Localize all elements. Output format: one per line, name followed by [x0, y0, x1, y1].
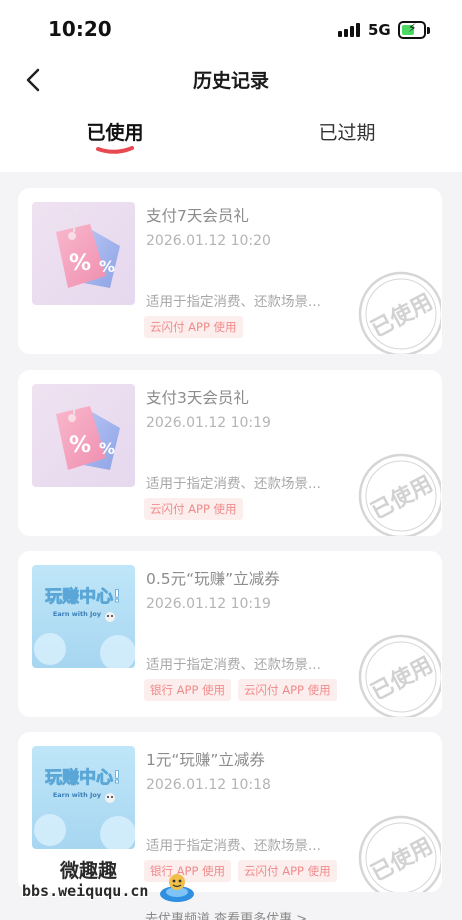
- coupon-tags: 银行 APP 使用 云闪付 APP 使用: [144, 679, 337, 701]
- watermark-title: 微趣趣: [60, 860, 118, 882]
- top-area: 10:20 5G ⚡ 历史记录 已使用 已过期: [0, 0, 462, 172]
- svg-text:玩赚中心!: 玩赚中心!: [45, 767, 121, 788]
- svg-text:玩赚中心!: 玩赚中心!: [45, 586, 121, 607]
- coupon-tag: 云闪付 APP 使用: [144, 316, 243, 338]
- page-title: 历史记录: [192, 70, 269, 92]
- svg-text:%: %: [99, 257, 115, 276]
- coupon-scope: 适用于指定消费、还款场景...: [146, 657, 321, 673]
- used-stamp-icon: 已使用: [358, 815, 441, 892]
- coupon-tags: 云闪付 APP 使用: [144, 498, 243, 520]
- coupon-date: 2026.01.12 10:18: [146, 777, 271, 793]
- used-stamp-icon: 已使用: [358, 453, 441, 536]
- coupon-card[interactable]: 玩赚中心! Earn with Joy 0.5元“玩赚”立减券 2026.01.…: [18, 551, 442, 717]
- earn-center-banner: 玩赚中心! Earn with Joy: [32, 746, 135, 849]
- coupon-thumbnail: 玩赚中心! Earn with Joy: [32, 565, 135, 668]
- status-time: 10:20: [48, 17, 112, 41]
- status-bar: 10:20 5G ⚡: [0, 0, 462, 60]
- battery-icon: ⚡: [398, 21, 426, 39]
- coupon-date: 2026.01.12 10:20: [146, 233, 271, 249]
- coupon-title: 0.5元“玩赚”立减券: [146, 570, 280, 588]
- watermark-logo-icon: [160, 874, 194, 902]
- network-label: 5G: [368, 21, 391, 39]
- coupon-scope: 适用于指定消费、还款场景...: [146, 294, 321, 310]
- used-stamp-icon: 已使用: [358, 634, 441, 717]
- svg-text:%: %: [69, 433, 91, 458]
- discount-tag-icon: % %: [32, 202, 135, 305]
- coupon-card[interactable]: % % 支付7天会员礼 2026.01.12 10:20 适用于指定消费、还款场…: [18, 188, 442, 354]
- coupon-thumbnail: % %: [32, 384, 135, 487]
- coupon-scope: 适用于指定消费、还款场景...: [146, 838, 321, 854]
- coupon-thumbnail: % %: [32, 202, 135, 305]
- svg-text:已使用: 已使用: [367, 290, 437, 343]
- tab-used[interactable]: 已使用: [40, 118, 190, 145]
- active-tab-indicator: [96, 146, 134, 154]
- coupon-date: 2026.01.12 10:19: [146, 596, 271, 612]
- used-stamp-icon: 已使用: [358, 271, 441, 354]
- coupon-scope: 适用于指定消费、还款场景...: [146, 476, 321, 492]
- coupon-tag: 银行 APP 使用: [144, 679, 232, 701]
- coupon-title: 支付7天会员礼: [146, 207, 249, 225]
- coupon-thumbnail: 玩赚中心! Earn with Joy: [32, 746, 135, 849]
- svg-text:Earn with Joy: Earn with Joy: [53, 610, 102, 618]
- coupon-title: 1元“玩赚”立减券: [146, 751, 265, 769]
- svg-text:已使用: 已使用: [367, 472, 437, 525]
- watermark-url: bbs.weiququ.cn: [22, 882, 149, 900]
- coupon-tag: 云闪付 APP 使用: [238, 860, 337, 882]
- coupon-title: 支付3天会员礼: [146, 389, 249, 407]
- coupon-tag: 云闪付 APP 使用: [144, 498, 243, 520]
- coupon-tags: 云闪付 APP 使用: [144, 316, 243, 338]
- svg-text:已使用: 已使用: [367, 653, 437, 706]
- svg-text:%: %: [69, 251, 91, 276]
- signal-icon: [338, 23, 360, 37]
- coupon-tag: 云闪付 APP 使用: [238, 679, 337, 701]
- svg-text:%: %: [99, 439, 115, 458]
- discount-tag-icon: % %: [32, 384, 135, 487]
- svg-text:Earn with Joy: Earn with Joy: [53, 791, 102, 799]
- earn-center-banner: 玩赚中心! Earn with Joy: [32, 565, 135, 668]
- coupon-date: 2026.01.12 10:19: [146, 415, 271, 431]
- watermark: 微趣趣 bbs.weiququ.cn: [0, 852, 230, 920]
- tab-expired[interactable]: 已过期: [272, 118, 422, 145]
- coupon-card[interactable]: % % 支付3天会员礼 2026.01.12 10:19 适用于指定消费、还款场…: [18, 370, 442, 536]
- svg-text:已使用: 已使用: [367, 834, 437, 887]
